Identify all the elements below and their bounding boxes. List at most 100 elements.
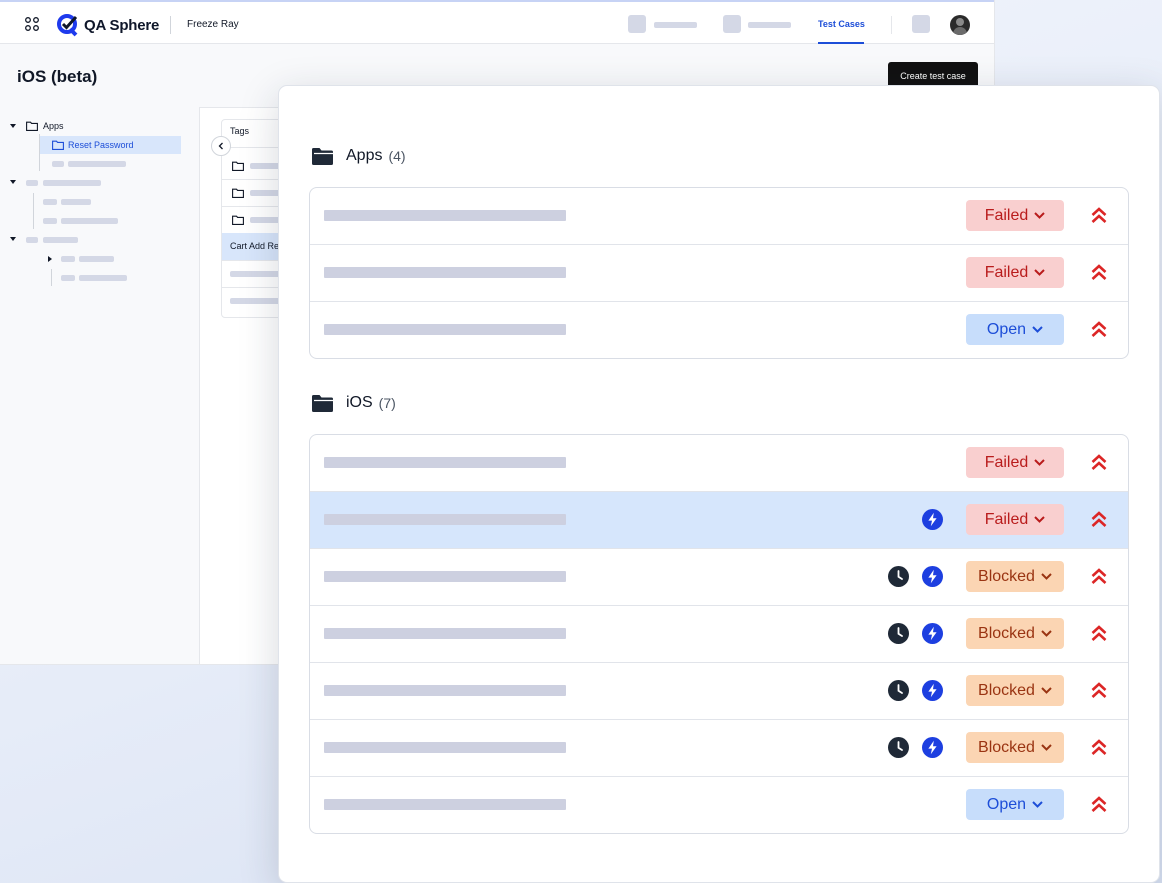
- tree-item-placeholder[interactable]: [43, 199, 57, 205]
- chevron-down-icon: [1041, 630, 1052, 637]
- priority-high-icon[interactable]: [1090, 681, 1108, 701]
- test-case-title-placeholder: [324, 210, 566, 221]
- group-header-0[interactable]: Apps (4): [312, 147, 406, 165]
- test-case-row[interactable]: Blocked: [310, 606, 1128, 663]
- nav-item-label-placeholder[interactable]: [654, 22, 697, 28]
- top-navigation-bar: QA Sphere Freeze Ray Test Cases: [0, 0, 994, 44]
- status-dropdown[interactable]: Blocked: [966, 675, 1064, 706]
- notification-placeholder[interactable]: [912, 15, 930, 33]
- tree-item-collapsed-group[interactable]: [10, 180, 16, 184]
- user-avatar[interactable]: [950, 15, 970, 35]
- status-dropdown[interactable]: Open: [966, 789, 1064, 820]
- chevron-down-icon: [1032, 801, 1043, 808]
- tree-item-placeholder[interactable]: [43, 180, 101, 186]
- group-count: (7): [378, 395, 396, 411]
- clock-icon[interactable]: [888, 680, 909, 701]
- status-dropdown[interactable]: Failed: [966, 447, 1064, 478]
- nav-item-test-cases[interactable]: Test Cases: [818, 19, 865, 29]
- test-case-row[interactable]: Failed: [310, 245, 1128, 302]
- tree-item-placeholder[interactable]: [43, 218, 57, 224]
- group-name: iOS: [346, 394, 373, 411]
- status-label: Blocked: [978, 738, 1035, 756]
- tree-item-placeholder[interactable]: [61, 218, 118, 224]
- tree-item-expandable[interactable]: [48, 256, 52, 262]
- priority-high-icon[interactable]: [1090, 624, 1108, 644]
- folder-icon: [232, 161, 244, 171]
- list-item-label: Cart Add Re: [230, 241, 280, 251]
- clock-icon[interactable]: [888, 737, 909, 758]
- test-case-row[interactable]: Open: [310, 302, 1128, 358]
- folder-icon: [52, 140, 64, 150]
- tree-item-placeholder[interactable]: [61, 199, 91, 205]
- tree-item-label: Reset Password: [68, 140, 134, 150]
- tree-item-placeholder[interactable]: [43, 237, 78, 243]
- collapse-sidebar-button[interactable]: [211, 136, 231, 156]
- caret-down-icon[interactable]: [10, 124, 16, 128]
- clock-icon[interactable]: [888, 623, 909, 644]
- tab-tags[interactable]: Tags: [230, 126, 249, 136]
- lightning-icon[interactable]: [922, 623, 943, 644]
- nav-item-icon-placeholder[interactable]: [723, 15, 741, 33]
- project-name[interactable]: Freeze Ray: [187, 19, 239, 30]
- status-dropdown[interactable]: Failed: [966, 504, 1064, 535]
- folder-icon: [312, 394, 333, 412]
- tree-item-reset-password[interactable]: Reset Password: [40, 136, 181, 154]
- lightning-icon[interactable]: [922, 509, 943, 530]
- folder-icon: [312, 147, 333, 165]
- tree-item-placeholder[interactable]: [79, 256, 114, 262]
- caret-down-icon[interactable]: [10, 180, 16, 184]
- tree-item-placeholder[interactable]: [79, 275, 127, 281]
- status-dropdown[interactable]: Blocked: [966, 561, 1064, 592]
- tree-item-placeholder[interactable]: [61, 256, 75, 262]
- tree-item-placeholder[interactable]: [26, 237, 38, 243]
- folder-icon: [232, 215, 244, 225]
- test-case-title-placeholder: [324, 267, 566, 278]
- tree-item-placeholder[interactable]: [26, 180, 38, 186]
- tree-item-apps[interactable]: Apps: [10, 121, 64, 131]
- nav-item-icon-placeholder[interactable]: [628, 15, 646, 33]
- status-dropdown[interactable]: Blocked: [966, 732, 1064, 763]
- test-case-row[interactable]: Blocked: [310, 549, 1128, 606]
- clock-icon[interactable]: [888, 566, 909, 587]
- caret-right-icon[interactable]: [48, 256, 52, 262]
- status-label: Open: [986, 320, 1027, 338]
- priority-high-icon[interactable]: [1090, 795, 1108, 815]
- logo[interactable]: QA Sphere: [56, 13, 159, 37]
- folder-icon: [232, 188, 244, 198]
- priority-high-icon[interactable]: [1090, 510, 1108, 530]
- chevron-down-icon: [1034, 269, 1045, 276]
- test-case-row[interactable]: Failed: [310, 435, 1128, 492]
- tree-item-placeholder[interactable]: [68, 161, 126, 167]
- test-case-row[interactable]: Blocked: [310, 663, 1128, 720]
- priority-high-icon[interactable]: [1090, 320, 1108, 340]
- group-name: Apps: [346, 147, 383, 164]
- test-case-title-placeholder: [324, 514, 566, 525]
- chevron-down-icon: [1034, 212, 1045, 219]
- priority-high-icon[interactable]: [1090, 263, 1108, 283]
- status-dropdown[interactable]: Open: [966, 314, 1064, 345]
- status-dropdown[interactable]: Failed: [966, 257, 1064, 288]
- tree-item-placeholder[interactable]: [52, 161, 64, 167]
- lightning-icon[interactable]: [922, 566, 943, 587]
- lightning-icon[interactable]: [922, 737, 943, 758]
- test-case-row[interactable]: Blocked: [310, 720, 1128, 777]
- chevron-down-icon: [1041, 687, 1052, 694]
- nav-item-label-placeholder[interactable]: [748, 22, 791, 28]
- priority-high-icon[interactable]: [1090, 567, 1108, 587]
- priority-high-icon[interactable]: [1090, 738, 1108, 758]
- tree-item-placeholder[interactable]: [61, 275, 75, 281]
- tree-item-collapsed-group[interactable]: [10, 237, 16, 241]
- lightning-icon[interactable]: [922, 680, 943, 701]
- app-grid-icon[interactable]: [25, 17, 39, 31]
- test-case-row[interactable]: Open: [310, 777, 1128, 833]
- priority-high-icon[interactable]: [1090, 453, 1108, 473]
- status-dropdown[interactable]: Failed: [966, 200, 1064, 231]
- priority-high-icon[interactable]: [1090, 206, 1108, 226]
- test-case-row[interactable]: Failed: [310, 492, 1128, 549]
- logo-text: QA Sphere: [84, 16, 160, 34]
- status-dropdown[interactable]: Blocked: [966, 618, 1064, 649]
- group-header-1[interactable]: iOS (7): [312, 394, 396, 412]
- caret-down-icon[interactable]: [10, 237, 16, 241]
- test-case-row[interactable]: Failed: [310, 188, 1128, 245]
- test-case-title-placeholder: [324, 628, 566, 639]
